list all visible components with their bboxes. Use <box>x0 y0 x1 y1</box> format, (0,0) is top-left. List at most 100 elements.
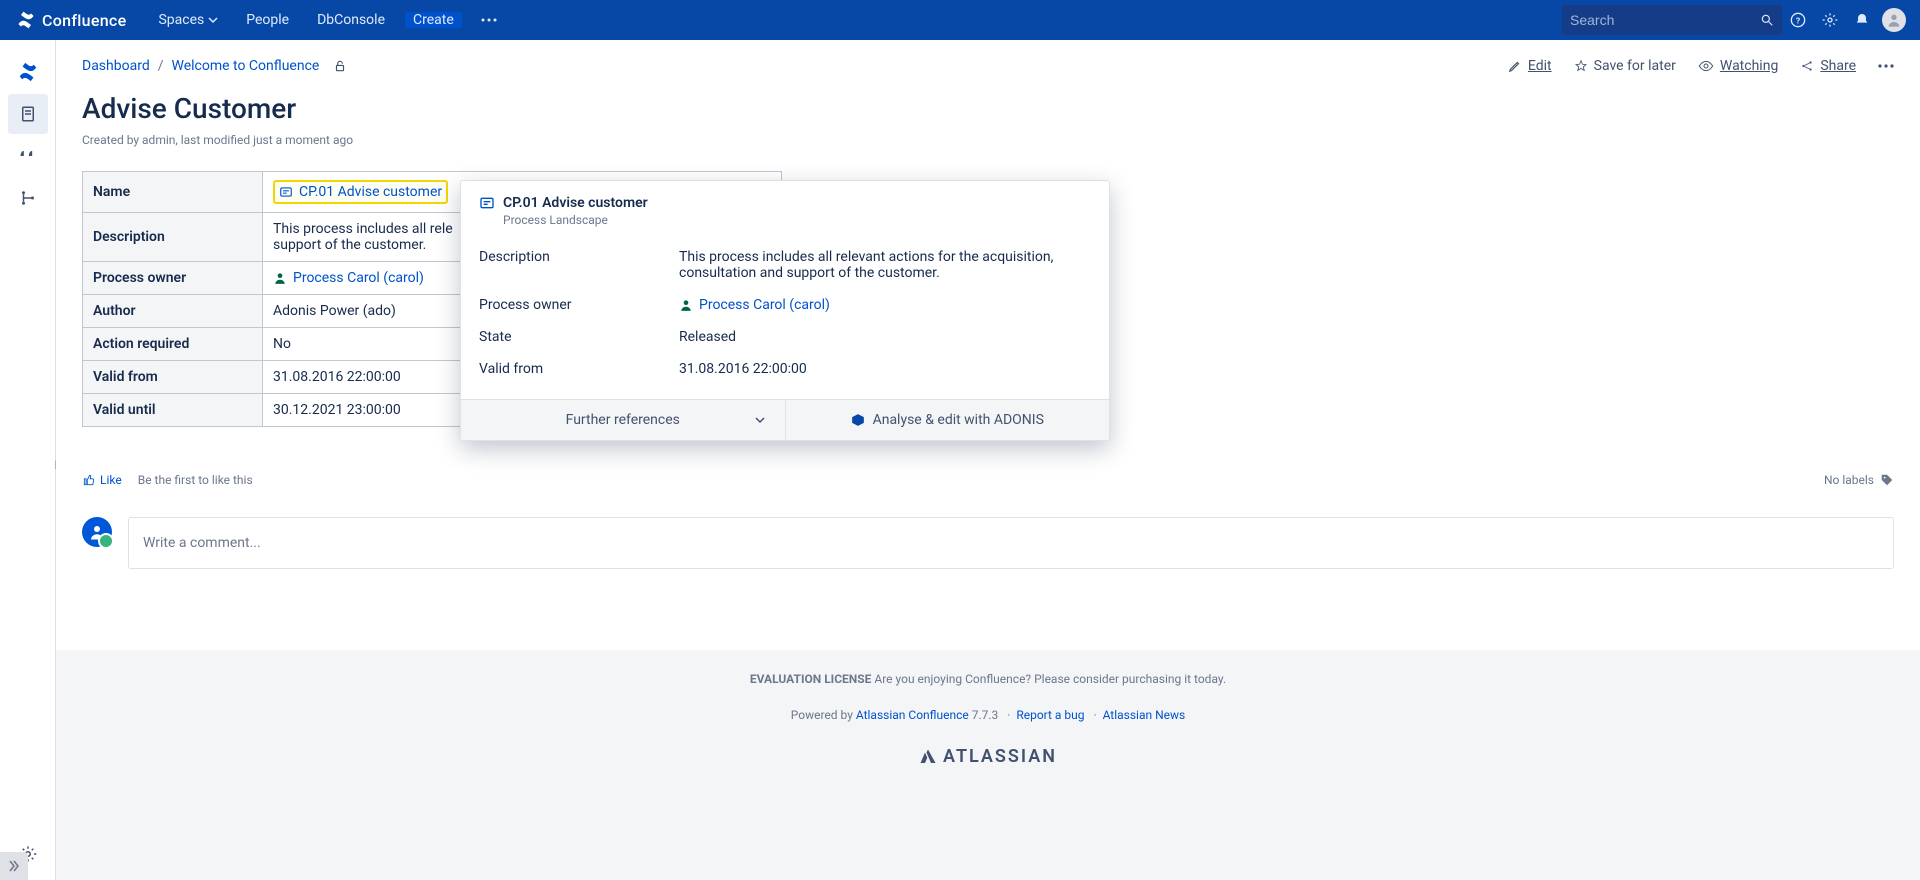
share-icon <box>1800 59 1814 73</box>
popover-subtitle: Process Landscape <box>503 213 1091 227</box>
row-label: Valid until <box>83 393 263 426</box>
row-label: Valid from <box>83 360 263 393</box>
atlassian-news-link[interactable]: Atlassian News <box>1103 708 1186 722</box>
share-button[interactable]: Share <box>1800 58 1856 74</box>
row-label: Name <box>83 171 263 212</box>
comment-input[interactable]: Write a comment... <box>128 517 1894 569</box>
help-icon: ? <box>1790 12 1806 28</box>
further-references-button[interactable]: Further references <box>461 400 786 440</box>
bell-icon <box>1854 12 1870 28</box>
person-icon <box>679 298 693 312</box>
search-input[interactable] <box>1570 12 1760 28</box>
eval-license-label: EVALUATION LICENSE <box>750 672 872 686</box>
confluence-icon <box>16 10 36 30</box>
process-icon <box>479 195 495 211</box>
search-icon <box>1760 13 1774 27</box>
create-button[interactable]: Create <box>405 12 462 28</box>
page-meta: Created by admin, last modified just a m… <box>82 133 1894 147</box>
atlassian-brand[interactable]: ATLASSIAN <box>56 746 1920 767</box>
person-icon <box>273 271 287 285</box>
eval-license-text: Are you enjoying Confluence? Please cons… <box>871 672 1226 686</box>
atlassian-icon <box>919 748 937 766</box>
svg-text:?: ? <box>1796 16 1800 26</box>
settings-button[interactable] <box>1814 4 1846 36</box>
breadcrumb-welcome[interactable]: Welcome to Confluence <box>172 58 320 74</box>
popover-owner-link[interactable]: Process Carol (carol) <box>699 297 830 313</box>
search-box[interactable] <box>1562 5 1782 35</box>
atlassian-confluence-link[interactable]: Atlassian Confluence <box>856 708 969 722</box>
no-labels-text: No labels <box>1824 473 1874 487</box>
label-icon[interactable] <box>1880 473 1894 487</box>
star-icon <box>1574 59 1588 73</box>
topnav: Spaces People DbConsole Create <box>150 5 503 35</box>
adonis-icon <box>851 413 865 427</box>
left-rail: || <box>0 40 56 880</box>
popover-row-value: 31.08.2016 22:00:00 <box>679 361 1091 377</box>
pencil-icon <box>1508 59 1522 73</box>
comment-avatar <box>82 517 112 547</box>
eye-icon <box>1698 58 1714 74</box>
chevron-down-icon <box>755 415 765 425</box>
tree-icon <box>19 189 37 207</box>
rail-pages[interactable] <box>8 94 48 134</box>
page-icon <box>19 105 37 123</box>
topbar: Confluence Spaces People DbConsole Creat… <box>0 0 1920 40</box>
popover-row-label: Process owner <box>479 297 679 313</box>
comment-row: Write a comment... <box>82 517 1894 569</box>
popover-row-value: Released <box>679 329 1091 345</box>
nav-spaces[interactable]: Spaces <box>150 12 226 28</box>
process-link-highlighted: CP.01 Advise customer <box>273 180 448 204</box>
more-create-button[interactable] <box>474 5 504 35</box>
popover-row-value: This process includes all relevant actio… <box>679 249 1091 281</box>
process-icon <box>279 185 293 199</box>
breadcrumb: Dashboard / Welcome to Confluence <box>82 58 347 74</box>
owner-link[interactable]: Process Carol (carol) <box>293 270 424 286</box>
nav-people[interactable]: People <box>238 12 297 28</box>
confluence-icon <box>17 61 39 83</box>
more-actions-button[interactable] <box>1878 64 1894 68</box>
popover-row-label: Description <box>479 249 679 281</box>
like-button[interactable]: Like <box>82 473 122 487</box>
page-actions: Edit Save for later Watching Share <box>1508 58 1894 74</box>
gear-icon <box>1822 12 1838 28</box>
like-row: Like Be the first to like this No labels <box>82 473 1894 487</box>
name-link[interactable]: CP.01 Advise customer <box>299 184 442 200</box>
popover-row-label: State <box>479 329 679 345</box>
dots-icon <box>481 18 497 22</box>
dots-icon <box>1878 64 1894 68</box>
watch-button[interactable]: Watching <box>1698 58 1778 74</box>
version-text: 7.7.3 <box>969 708 999 722</box>
edit-button[interactable]: Edit <box>1508 58 1552 74</box>
help-button[interactable]: ? <box>1782 4 1814 36</box>
labels-area: No labels <box>1824 473 1894 487</box>
breadcrumb-sep: / <box>158 58 164 74</box>
nav-dbconsole[interactable]: DbConsole <box>309 12 393 28</box>
app-logo[interactable]: Confluence <box>16 10 126 30</box>
restrictions-icon[interactable] <box>333 59 347 73</box>
popover-title: CP.01 Advise customer <box>503 195 648 211</box>
notifications-button[interactable] <box>1846 4 1878 36</box>
analyse-button[interactable]: Analyse & edit with ADONIS <box>786 400 1110 440</box>
rail-blog[interactable] <box>8 136 48 176</box>
row-label: Action required <box>83 327 263 360</box>
report-bug-link[interactable]: Report a bug <box>1016 708 1084 722</box>
breadcrumb-dashboard[interactable]: Dashboard <box>82 58 150 74</box>
row-label: Process owner <box>83 261 263 294</box>
rail-tree[interactable] <box>8 178 48 218</box>
rail-logo[interactable] <box>8 52 48 92</box>
rail-expand-button[interactable] <box>0 852 28 880</box>
app-name: Confluence <box>42 11 126 30</box>
preview-popover: CP.01 Advise customer Process Landscape … <box>460 180 1110 441</box>
user-avatar-icon <box>1882 8 1906 32</box>
footer: EVALUATION LICENSE Are you enjoying Conf… <box>56 650 1920 767</box>
quote-icon <box>18 146 38 166</box>
profile-button[interactable] <box>1878 4 1910 36</box>
page-title: Advise Customer <box>82 94 1894 125</box>
user-icon <box>88 523 106 541</box>
chevron-right-icon <box>7 859 21 873</box>
save-button[interactable]: Save for later <box>1574 58 1676 74</box>
chevron-down-icon <box>208 15 218 25</box>
powered-by-text: Powered by <box>791 708 856 722</box>
like-first-text: Be the first to like this <box>138 473 253 487</box>
thumb-icon <box>82 473 96 487</box>
